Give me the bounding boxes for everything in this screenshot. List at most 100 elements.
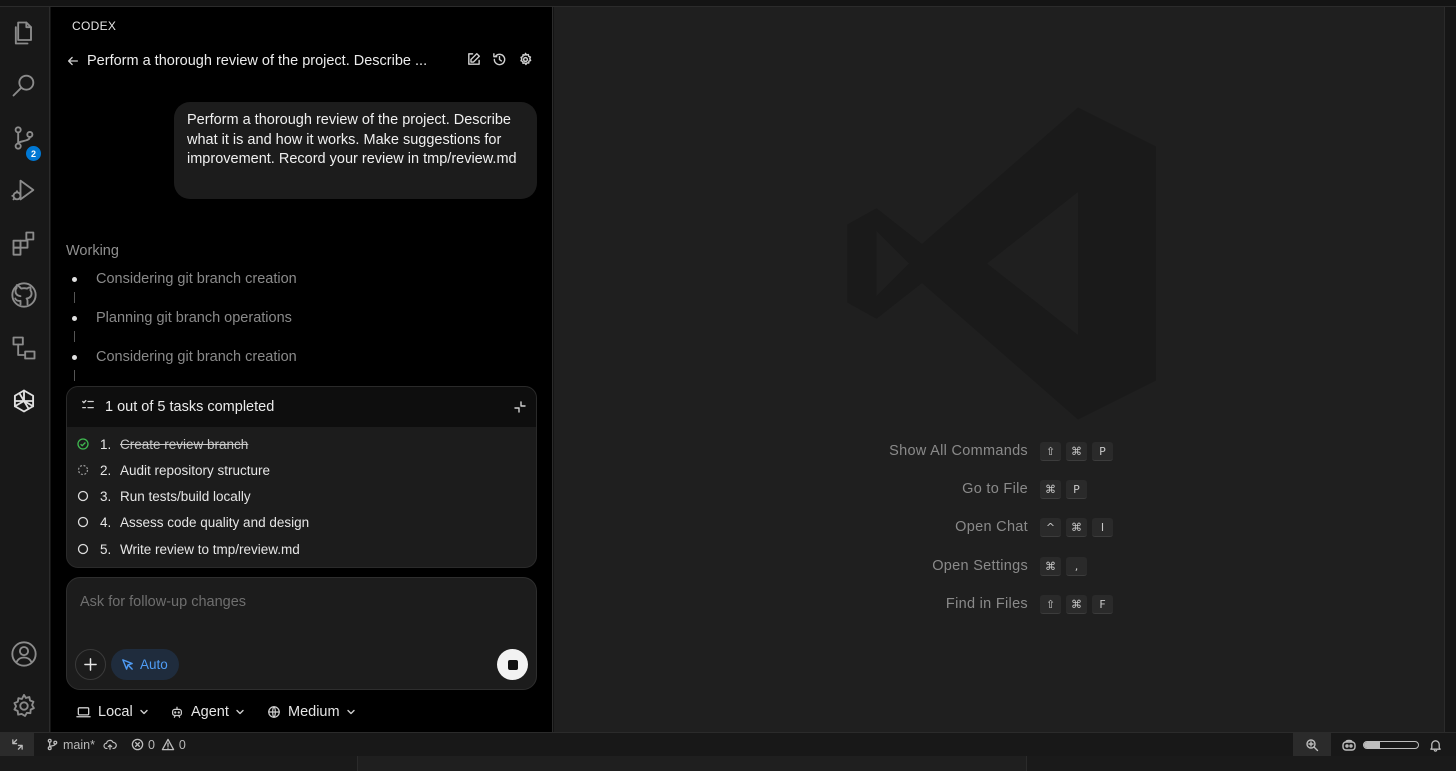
shortcut-label[interactable]: Show All Commands [889, 443, 1028, 459]
task-item: 3. Run tests/build locally [77, 486, 251, 506]
key-cap: ^ [1040, 518, 1061, 537]
shortcut-row: Open Settings ⌘ , [554, 557, 1444, 577]
task-number: 3. [100, 488, 112, 504]
bullet-dot [72, 316, 77, 321]
add-context-button[interactable] [75, 649, 106, 680]
error-count: 0 [147, 737, 155, 752]
source-control-badge: 2 [26, 146, 41, 161]
shortcut-row: Show All Commands ⇧ ⌘ P [554, 442, 1444, 462]
key-cap: ⇧ [1040, 442, 1061, 461]
codex-icon[interactable] [9, 386, 39, 416]
step-connector [74, 292, 75, 303]
follow-up-input[interactable] [80, 594, 520, 610]
editor-empty-area: Show All Commands ⇧ ⌘ P Go to File ⌘ P O… [554, 7, 1444, 732]
panel-title: CODEX [72, 19, 117, 33]
task-list-header[interactable]: 1 out of 5 tasks completed [67, 387, 536, 427]
collapse-icon[interactable] [514, 400, 526, 418]
agent-icon [172, 706, 182, 718]
chevron-down-icon [236, 709, 244, 715]
shortcut-label[interactable]: Find in Files [946, 596, 1028, 612]
task-label: Create review branch [120, 436, 249, 452]
key-cap: F [1092, 595, 1113, 614]
cloud-upload-icon [103, 739, 117, 750]
shortcut-keys: ⇧ ⌘ F [1040, 595, 1113, 614]
progress-spinner-icon [77, 464, 89, 476]
github-icon[interactable] [9, 280, 39, 310]
agent-select[interactable]: Agent [170, 702, 245, 722]
extensions-icon[interactable] [9, 228, 39, 258]
secondary-sidebar-edge [1444, 7, 1456, 732]
step-label: Considering git branch creation [96, 271, 297, 287]
remote-indicator[interactable] [0, 733, 34, 756]
shortcut-label[interactable]: Go to File [962, 481, 1028, 497]
sync-button[interactable] [103, 739, 117, 751]
task-number: 2. [100, 462, 112, 478]
back-arrow-icon[interactable] [65, 53, 81, 69]
reasoning-select[interactable]: Medium [267, 702, 356, 722]
key-cap: P [1066, 480, 1087, 499]
settings-gear-icon[interactable] [517, 51, 533, 67]
history-icon[interactable] [491, 51, 507, 67]
task-label: Audit repository structure [120, 462, 271, 478]
background-window-panel [357, 756, 1027, 771]
approval-mode-button[interactable]: Auto [111, 649, 179, 680]
task-list-card: 1 out of 5 tasks completed 1. Create rev… [66, 386, 537, 568]
task-list-title: 1 out of 5 tasks completed [105, 399, 275, 415]
shortcut-keys: ⌘ P [1040, 480, 1087, 499]
stop-button[interactable] [497, 649, 528, 680]
branch-indicator[interactable]: main* [46, 738, 95, 752]
key-cap: , [1066, 557, 1087, 576]
files-icon[interactable] [9, 18, 39, 48]
key-cap: ⇧ [1040, 595, 1061, 614]
zoom-slider[interactable] [1363, 740, 1419, 749]
copilot-icon[interactable] [1341, 738, 1357, 752]
remote-explorer-icon[interactable] [9, 333, 39, 363]
shortcut-label[interactable]: Open Chat [955, 519, 1028, 535]
task-number: 1. [100, 436, 112, 452]
step-label: Considering git branch creation [96, 349, 297, 365]
branch-name: main* [63, 737, 95, 752]
run-debug-icon[interactable] [9, 175, 39, 205]
task-label: Write review to tmp/review.md [120, 541, 300, 557]
warning-count: 0 [178, 737, 186, 752]
search-icon[interactable] [9, 70, 39, 100]
problems-indicator[interactable]: 0 0 [131, 738, 186, 752]
error-icon [131, 738, 144, 751]
task-label: Assess code quality and design [120, 514, 310, 530]
check-circle-icon [77, 438, 89, 450]
environment-select[interactable]: Local [76, 702, 149, 722]
shortcut-label[interactable]: Open Settings [932, 558, 1028, 574]
bullet-dot [72, 277, 77, 282]
key-cap: ⌘ [1040, 557, 1061, 576]
checklist-icon [81, 398, 95, 417]
task-item: 4. Assess code quality and design [77, 512, 309, 532]
zoom-slider-fill [1364, 741, 1381, 748]
new-chat-icon[interactable] [465, 51, 481, 67]
agent-label: Agent [191, 704, 229, 720]
key-cap: ⌘ [1066, 518, 1087, 537]
task-label: Run tests/build locally [120, 488, 251, 504]
shortcut-keys: ⇧ ⌘ P [1040, 442, 1113, 461]
pending-circle-icon [77, 516, 89, 528]
remote-icon [11, 739, 23, 750]
status-bar-right [1293, 733, 1456, 756]
task-item: 2. Audit repository structure [77, 460, 270, 480]
bullet-dot [72, 355, 77, 360]
step-label: Planning git branch operations [96, 310, 292, 326]
shortcut-row: Go to File ⌘ P [554, 480, 1444, 500]
key-cap: ⌘ [1066, 442, 1087, 461]
shortcut-row: Find in Files ⇧ ⌘ F [554, 595, 1444, 615]
working-status: Working [66, 243, 119, 259]
bell-icon[interactable] [1429, 738, 1442, 752]
laptop-icon [76, 706, 91, 717]
zoom-button[interactable] [1293, 733, 1331, 756]
gear-icon[interactable] [9, 691, 39, 721]
key-cap: ⌘ [1040, 480, 1061, 499]
user-message: Perform a thorough review of the project… [174, 102, 537, 199]
environment-label: Local [98, 704, 133, 720]
task-item: 1. Create review branch [77, 434, 248, 454]
account-icon[interactable] [9, 639, 39, 669]
thread-title: Perform a thorough review of the project… [87, 53, 428, 69]
shortcut-keys: ⌘ , [1040, 557, 1087, 576]
status-bar: main* 0 0 [0, 732, 1456, 756]
